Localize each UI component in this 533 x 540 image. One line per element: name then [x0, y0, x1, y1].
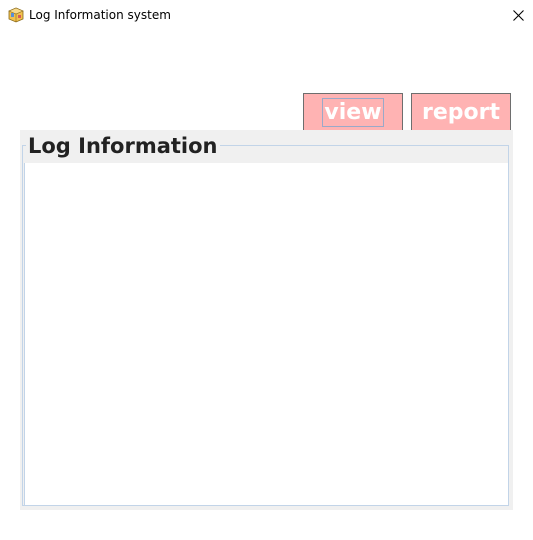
group-title: Log Information: [26, 133, 220, 159]
title-bar: Log Information system: [0, 0, 533, 30]
report-button-label: report: [422, 100, 500, 125]
close-icon: [513, 6, 524, 25]
log-display-area[interactable]: [24, 163, 509, 506]
window-title: Log Information system: [29, 8, 171, 22]
view-button-label: view: [322, 98, 384, 127]
log-information-group: Log Information: [20, 130, 513, 510]
report-button[interactable]: report: [411, 93, 511, 132]
close-button[interactable]: [504, 0, 533, 30]
view-button[interactable]: view: [303, 93, 403, 132]
app-package-icon: [8, 7, 24, 23]
